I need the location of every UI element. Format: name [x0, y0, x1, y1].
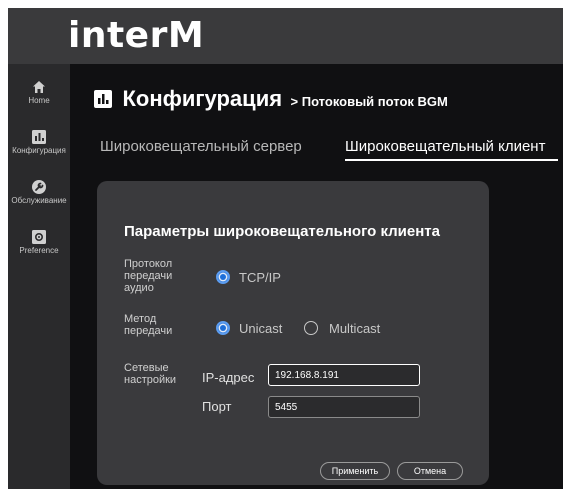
page-title-text: Конфигурация [122, 86, 283, 111]
sidebar-item-label: Конфигурация [12, 146, 66, 155]
radio-unicast[interactable] [216, 321, 230, 335]
sidebar-item-label: Home [28, 96, 50, 105]
sidebar-item-home[interactable]: Home [8, 80, 70, 105]
radio-multicast-label: Multicast [329, 321, 381, 336]
tab-broadcast-server[interactable]: Широковещательный сервер [100, 138, 302, 155]
ip-address-input[interactable] [268, 364, 420, 386]
page-title: Конфигурация > Потоковый поток BGM [94, 86, 448, 112]
cancel-button[interactable]: Отмена [397, 462, 463, 480]
radio-unicast-label: Unicast [239, 321, 283, 336]
sidebar-item-preference[interactable]: Preference [8, 230, 70, 255]
brand-logo: interM [68, 15, 205, 56]
sidebar-item-maintenance[interactable]: Обслуживание [8, 180, 70, 205]
wrench-icon [32, 180, 46, 194]
ip-address-label: IP-адрес [202, 370, 255, 385]
sidebar-item-label: Preference [19, 246, 59, 255]
top-bar: interM [8, 8, 563, 64]
sidebar: Home Конфигурация Обслуживание Preferenc… [8, 64, 70, 489]
apply-button[interactable]: Применить [320, 462, 390, 480]
client-settings-panel: Параметры широковещательного клиента Про… [97, 181, 489, 485]
radio-tcp-ip[interactable] [216, 270, 230, 284]
protocol-label: Протокол передачи аудио [124, 258, 173, 294]
network-label: Сетевые настройки [124, 362, 177, 386]
active-tab-indicator [345, 159, 558, 161]
tab-broadcast-client[interactable]: Широковещательный клиент [345, 138, 545, 155]
port-label: Порт [202, 399, 232, 414]
radio-multicast[interactable] [304, 321, 318, 335]
sidebar-item-configuration[interactable]: Конфигурация [8, 130, 70, 155]
chart-icon [32, 130, 46, 144]
home-icon [33, 81, 45, 93]
sidebar-item-label: Обслуживание [11, 196, 67, 205]
app-window: interM Home Конфигурация Обслуживание Pr… [8, 8, 563, 489]
chart-icon [94, 90, 112, 108]
page-subtitle: > Потоковый поток BGM [290, 94, 448, 109]
port-input[interactable] [268, 396, 420, 418]
gear-icon [32, 230, 46, 244]
panel-title: Параметры широковещательного клиента [124, 223, 440, 240]
radio-tcp-ip-label: TCP/IP [239, 270, 281, 285]
method-label: Метод передачи [124, 313, 173, 337]
